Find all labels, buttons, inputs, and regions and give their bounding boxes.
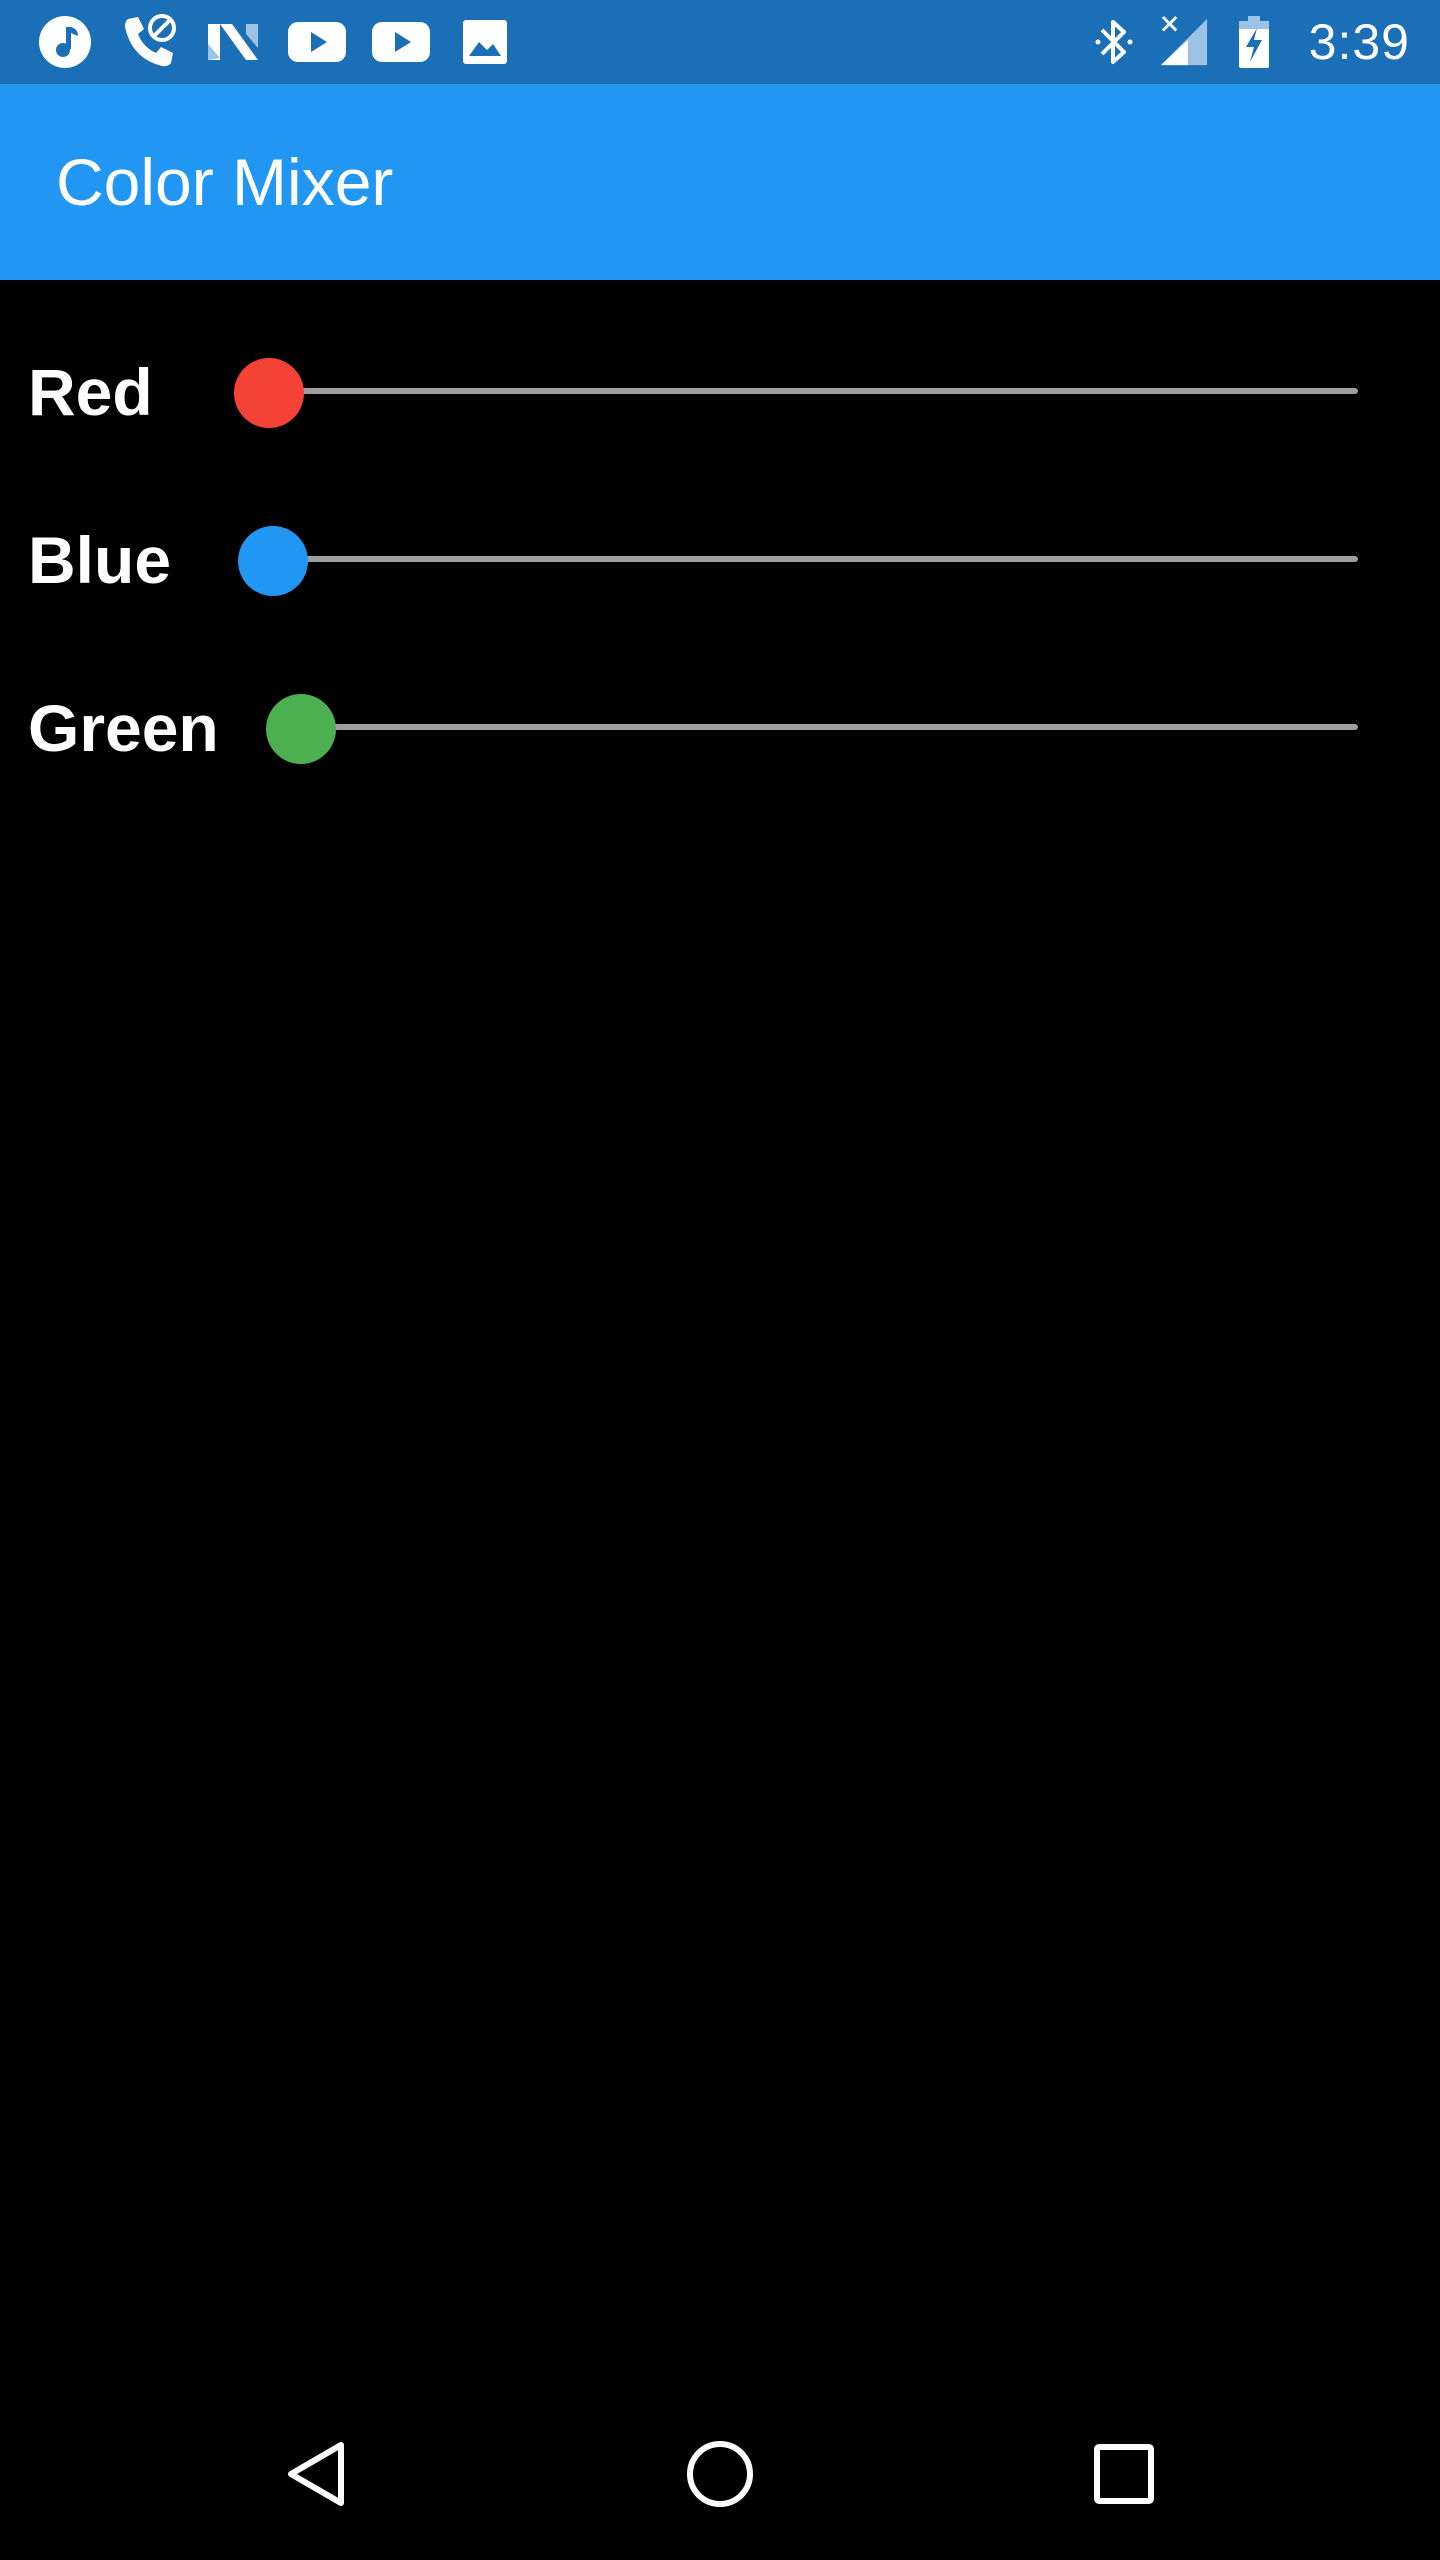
slider-label-red: Red — [28, 355, 153, 429]
recents-button[interactable] — [1074, 2426, 1174, 2526]
screen: 3:39 Color Mixer Red Blue Green — [0, 0, 1440, 2560]
back-button[interactable] — [266, 2426, 366, 2526]
bluetooth-icon — [1089, 14, 1139, 70]
youtube-icon — [286, 11, 348, 73]
recents-icon — [1093, 2443, 1155, 2510]
red-slider-thumb[interactable] — [234, 358, 304, 428]
slider-label-blue: Blue — [28, 523, 172, 597]
home-button[interactable] — [670, 2426, 770, 2526]
image-icon — [454, 11, 516, 73]
red-slider-track[interactable] — [268, 388, 1358, 394]
green-slider-thumb[interactable] — [266, 694, 336, 764]
battery-charging-icon — [1229, 14, 1279, 70]
back-icon — [283, 2439, 349, 2514]
blue-slider-track[interactable] — [272, 556, 1358, 562]
phone-blocked-icon — [118, 11, 180, 73]
n-logo-icon — [202, 11, 264, 73]
slider-row-blue: Blue — [0, 500, 1440, 620]
green-slider-track[interactable] — [300, 724, 1358, 730]
slider-label-green: Green — [28, 691, 219, 765]
status-time: 3:39 — [1308, 14, 1410, 70]
navigation-bar — [0, 2392, 1440, 2560]
status-bar: 3:39 — [0, 0, 1440, 84]
music-note-icon — [34, 11, 96, 73]
blue-slider-thumb[interactable] — [238, 526, 308, 596]
home-icon — [685, 2439, 755, 2514]
app-bar: Color Mixer — [0, 84, 1440, 280]
cell-signal-no-service-icon — [1159, 14, 1209, 70]
system-icons: 3:39 — [1089, 0, 1410, 84]
youtube-icon — [370, 11, 432, 73]
app-title: Color Mixer — [56, 145, 394, 219]
slider-row-red: Red — [0, 332, 1440, 452]
slider-row-green: Green — [0, 668, 1440, 788]
notification-icons — [34, 0, 516, 84]
